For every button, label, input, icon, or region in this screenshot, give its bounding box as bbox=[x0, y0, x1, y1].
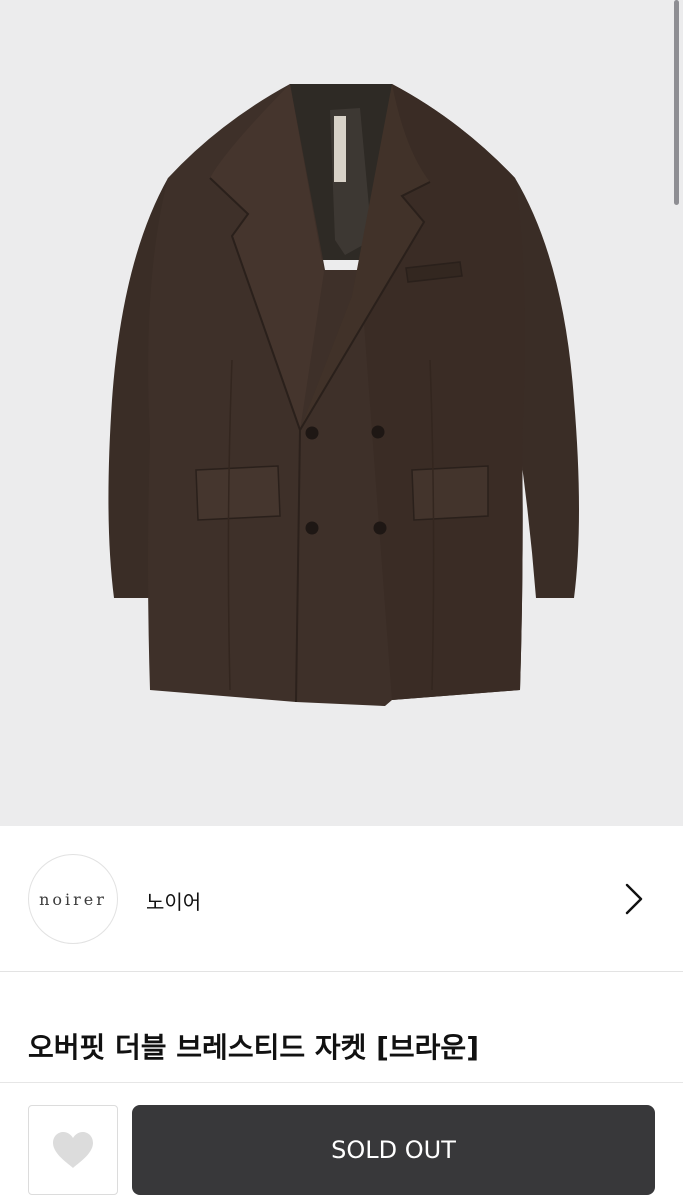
heart-icon bbox=[53, 1132, 93, 1168]
brand-name[interactable]: 노이어 bbox=[146, 886, 201, 915]
brand-logo[interactable]: noirer bbox=[28, 854, 118, 944]
product-page: noirer 노이어 오버핏 더블 브레스티드 자켓 [브라운] SOLD OU… bbox=[0, 0, 683, 1200]
like-button[interactable] bbox=[28, 1105, 118, 1195]
chevron-right-icon[interactable] bbox=[620, 881, 646, 917]
brand-logo-text: noirer bbox=[39, 889, 107, 909]
divider bbox=[0, 1082, 683, 1083]
scrollbar[interactable] bbox=[674, 0, 679, 205]
product-title: 오버핏 더블 브레스티드 자켓 [브라운] bbox=[28, 1031, 479, 1064]
jacket-illustration bbox=[108, 84, 579, 706]
sold-out-label: SOLD OUT bbox=[331, 1136, 456, 1164]
product-image[interactable] bbox=[0, 0, 683, 826]
brand-row[interactable]: noirer 노이어 bbox=[0, 826, 683, 972]
sold-out-button[interactable]: SOLD OUT bbox=[132, 1105, 655, 1195]
